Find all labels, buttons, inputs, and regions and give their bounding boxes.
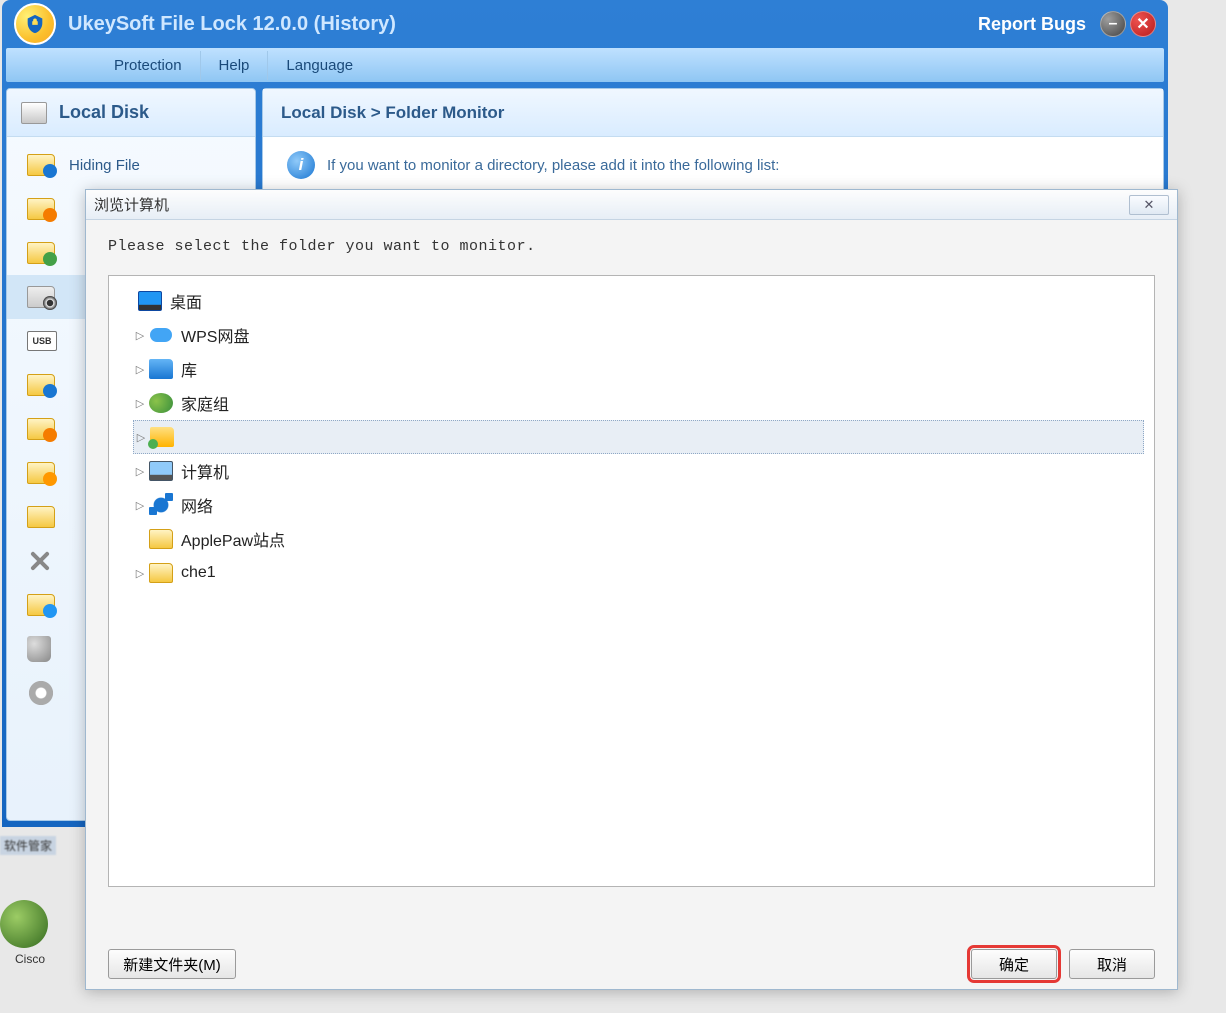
minimize-button[interactable]: – xyxy=(1100,11,1126,37)
folder-tree[interactable]: 桌面▷WPS网盘▷库▷家庭组▷ ▷计算机▷网络ApplePaw站点▷che1 xyxy=(108,275,1155,887)
tree-node-label: 家庭组 xyxy=(181,391,229,415)
tree-node-label: 计算机 xyxy=(181,459,229,483)
expander-icon[interactable]: ▷ xyxy=(133,329,147,342)
tree-node-label: 库 xyxy=(181,357,197,381)
titlebar: UkeySoft File Lock 12.0.0 (History) Repo… xyxy=(2,0,1168,48)
tree-node[interactable]: ApplePaw站点 xyxy=(133,522,1144,556)
folder-icon xyxy=(149,563,173,583)
taskbar-cisco[interactable]: Cisco xyxy=(0,900,60,966)
info-icon: i xyxy=(287,151,315,179)
tree-node-label: WPS网盘 xyxy=(181,323,249,347)
folder-lock-icon xyxy=(27,198,55,220)
expander-icon[interactable]: ▷ xyxy=(134,431,148,444)
group-icon xyxy=(149,393,173,413)
folder-hand-icon xyxy=(27,462,55,484)
disk-icon xyxy=(21,102,47,124)
browse-dialog: 浏览计算机 ✕ Please select the folder you wan… xyxy=(85,189,1178,990)
cancel-button[interactable]: 取消 xyxy=(1069,949,1155,979)
monitor-icon xyxy=(27,286,55,308)
tree-node[interactable]: ▷ 家庭组 xyxy=(133,386,1144,420)
dialog-body: Please select the folder you want to mon… xyxy=(86,220,1177,939)
tree-node-label: che1 xyxy=(181,564,216,582)
dialog-close-button[interactable]: ✕ xyxy=(1129,195,1169,215)
sidebar-title: Local Disk xyxy=(59,102,149,123)
usb-icon: USB xyxy=(27,331,57,351)
info-row: i If you want to monitor a directory, pl… xyxy=(263,137,1163,193)
user-icon xyxy=(150,427,174,447)
tree-node[interactable]: ▷ 计算机 xyxy=(133,454,1144,488)
sidebar-item-hiding-file[interactable]: Hiding File xyxy=(7,143,255,187)
tree-node-label: ApplePaw站点 xyxy=(181,527,285,551)
folder-check-icon xyxy=(27,242,55,264)
cloud-icon xyxy=(149,325,173,345)
tree-node-label: 网络 xyxy=(181,493,213,517)
lib-icon xyxy=(149,359,173,379)
computer-icon xyxy=(149,461,173,481)
folder-icon xyxy=(149,529,173,549)
folder-lock-icon xyxy=(27,418,55,440)
app-title: UkeySoft File Lock 12.0.0 (History) xyxy=(68,13,396,36)
tree-node[interactable]: 桌面 xyxy=(122,284,1144,318)
info-text: If you want to monitor a directory, plea… xyxy=(327,157,779,174)
trash-icon xyxy=(27,636,51,662)
dialog-instruction: Please select the folder you want to mon… xyxy=(108,238,1155,255)
taskbar-fragment: 软件管家 xyxy=(0,836,56,855)
desktop-icon xyxy=(138,291,162,311)
dialog-titlebar[interactable]: 浏览计算机 ✕ xyxy=(86,190,1177,220)
expander-icon[interactable]: ▷ xyxy=(133,397,147,410)
tree-node-label: 桌面 xyxy=(170,289,202,313)
dialog-footer: 新建文件夹(M) 确定 取消 xyxy=(86,939,1177,989)
expander-icon[interactable]: ▷ xyxy=(133,465,147,478)
expander-icon[interactable]: ▷ xyxy=(133,363,147,376)
new-folder-button[interactable]: 新建文件夹(M) xyxy=(108,949,236,979)
tree-node[interactable]: ▷ WPS网盘 xyxy=(133,318,1144,352)
menu-protection[interactable]: Protection xyxy=(96,51,201,80)
sidebar-header: Local Disk xyxy=(7,89,255,137)
ok-button[interactable]: 确定 xyxy=(971,949,1057,979)
gear-icon xyxy=(27,679,55,707)
tree-node[interactable]: ▷ che1 xyxy=(133,556,1144,590)
app-logo-icon xyxy=(14,3,56,45)
network-icon xyxy=(149,495,173,515)
close-button[interactable]: ✕ xyxy=(1130,11,1156,37)
expander-icon[interactable]: ▷ xyxy=(133,567,147,580)
tree-node[interactable]: ▷ 网络 xyxy=(133,488,1144,522)
cisco-label: Cisco xyxy=(0,952,60,966)
folder-icon xyxy=(27,506,55,528)
menubar: Protection Help Language xyxy=(6,48,1164,82)
tree-node[interactable]: ▷库 xyxy=(133,352,1144,386)
folder-world-icon xyxy=(27,594,55,616)
tree-node[interactable]: ▷ xyxy=(133,420,1144,454)
breadcrumb: Local Disk > Folder Monitor xyxy=(263,89,1163,137)
cisco-icon xyxy=(0,900,48,948)
folder-icon xyxy=(27,154,55,176)
dialog-title: 浏览计算机 xyxy=(94,194,1129,215)
menu-language[interactable]: Language xyxy=(268,51,371,80)
report-bugs-link[interactable]: Report Bugs xyxy=(978,14,1086,35)
sidebar-item-label: Hiding File xyxy=(69,157,140,174)
menu-help[interactable]: Help xyxy=(201,51,269,80)
folder-eye-icon xyxy=(27,374,55,396)
tools-icon xyxy=(27,548,53,574)
expander-icon[interactable]: ▷ xyxy=(133,499,147,512)
